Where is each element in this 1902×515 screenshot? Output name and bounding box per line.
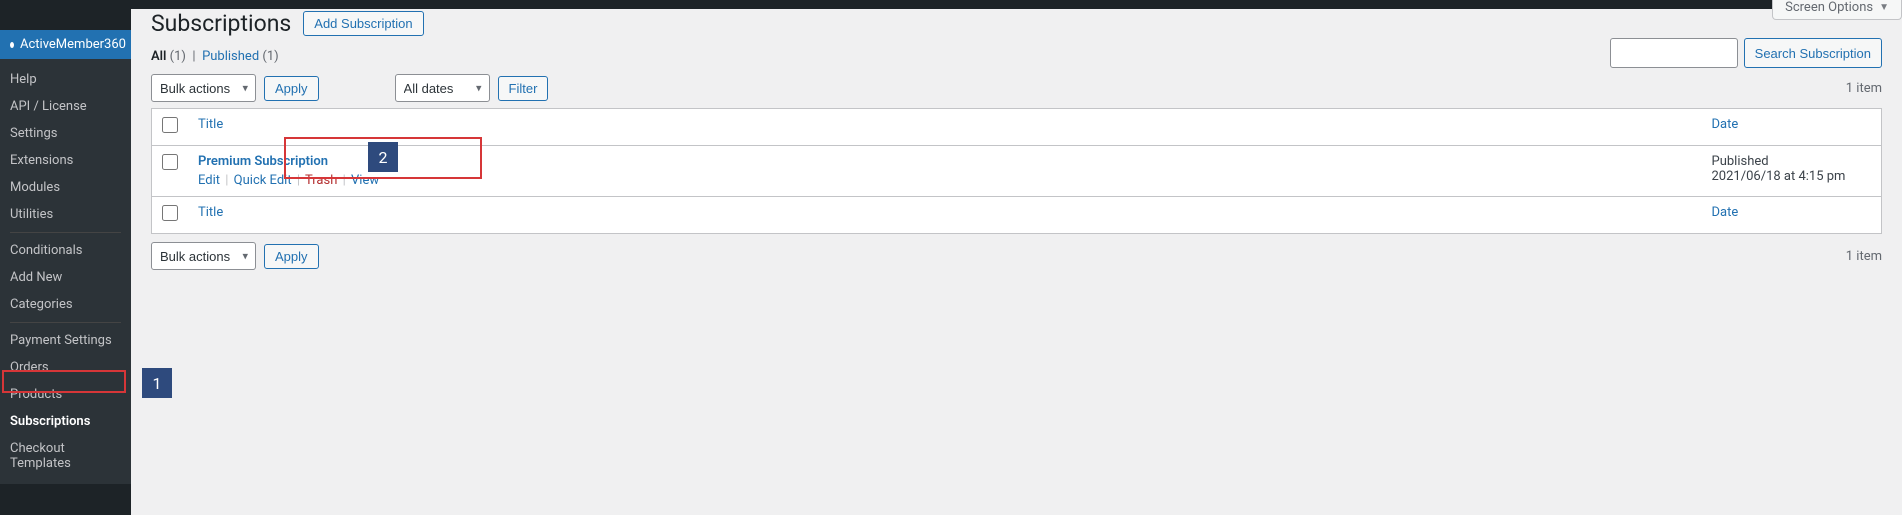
divider <box>10 232 121 233</box>
sidebar-item-help[interactable]: Help <box>0 66 131 93</box>
row-actions: Edit | Quick Edit | Trash | View <box>198 173 1692 188</box>
view-link[interactable]: View <box>351 173 379 188</box>
divider <box>10 322 121 323</box>
screen-options-label: Screen Options <box>1785 0 1873 15</box>
row-checkbox[interactable] <box>162 154 178 170</box>
sidebar-submenu: Help API / License Settings Extensions M… <box>0 59 131 484</box>
sidebar-item-orders[interactable]: Orders <box>0 354 131 381</box>
page-header: Subscriptions Add Subscription <box>151 10 1882 37</box>
sidebar-item-settings[interactable]: Settings <box>0 120 131 147</box>
main-content: Screen Options ▼ Subscriptions Add Subsc… <box>131 0 1902 515</box>
column-date-footer[interactable]: Date <box>1702 197 1882 234</box>
admin-sidebar: ActiveMember360 Help API / License Setti… <box>0 0 131 515</box>
screen-options-toggle[interactable]: Screen Options ▼ <box>1772 0 1902 20</box>
annotation-callout-2: 2 <box>368 142 398 172</box>
edit-link[interactable]: Edit <box>198 173 220 188</box>
items-count-bottom: 1 item <box>1846 249 1882 264</box>
subscriptions-table: Title Date Premium Subscription Edit | Q… <box>151 108 1882 234</box>
search-box: Search Subscription <box>1610 38 1882 68</box>
add-subscription-button[interactable]: Add Subscription <box>303 11 423 36</box>
sidebar-item-modules[interactable]: Modules <box>0 174 131 201</box>
filter-button[interactable]: Filter <box>498 76 549 101</box>
sidebar-section-activemember360[interactable]: ActiveMember360 <box>0 30 131 59</box>
select-all-checkbox[interactable] <box>162 117 178 133</box>
sidebar-item-products[interactable]: Products <box>0 381 131 408</box>
row-timestamp: 2021/06/18 at 4:15 pm <box>1712 169 1872 184</box>
sidebar-item-extensions[interactable]: Extensions <box>0 147 131 174</box>
table-row: Premium Subscription Edit | Quick Edit |… <box>152 146 1882 197</box>
items-count: 1 item <box>1846 81 1882 96</box>
sidebar-item-add-new[interactable]: Add New <box>0 264 131 291</box>
bulk-actions-select[interactable]: Bulk actions <box>151 74 256 102</box>
sidebar-section-label: ActiveMember360 <box>20 37 126 52</box>
search-input[interactable] <box>1610 38 1738 68</box>
sidebar-item-api-license[interactable]: API / License <box>0 93 131 120</box>
sidebar-item-categories[interactable]: Categories <box>0 291 131 318</box>
trash-link[interactable]: Trash <box>305 173 337 188</box>
page-title: Subscriptions <box>151 10 291 37</box>
filter-all[interactable]: All (1) <box>151 49 189 64</box>
sidebar-item-checkout-templates[interactable]: Checkout Templates <box>0 435 131 477</box>
sidebar-item-conditionals[interactable]: Conditionals <box>0 237 131 264</box>
date-filter-select[interactable]: All dates <box>395 74 490 102</box>
plugin-icon <box>10 42 14 48</box>
quick-edit-link[interactable]: Quick Edit <box>234 173 292 188</box>
chevron-down-icon: ▼ <box>1879 2 1889 13</box>
column-title[interactable]: Title <box>188 109 1702 146</box>
select-all-checkbox-bottom[interactable] <box>162 205 178 221</box>
subscription-title-link[interactable]: Premium Subscription <box>198 154 328 169</box>
column-title-footer[interactable]: Title <box>188 197 1702 234</box>
tablenav-top: Bulk actions Apply All dates Filter 1 it… <box>151 74 1882 102</box>
search-subscription-button[interactable]: Search Subscription <box>1744 38 1882 68</box>
tablenav-bottom: Bulk actions Apply 1 item <box>151 242 1882 270</box>
sidebar-item-subscriptions[interactable]: Subscriptions <box>0 408 131 435</box>
column-date[interactable]: Date <box>1702 109 1882 146</box>
sidebar-item-utilities[interactable]: Utilities <box>0 201 131 228</box>
row-status: Published <box>1712 154 1872 169</box>
filter-published[interactable]: Published (1) <box>202 49 279 64</box>
bulk-actions-select-bottom[interactable]: Bulk actions <box>151 242 256 270</box>
annotation-callout-1: 1 <box>142 368 172 398</box>
apply-button-bottom[interactable]: Apply <box>264 244 319 269</box>
apply-button[interactable]: Apply <box>264 76 319 101</box>
sidebar-item-payment-settings[interactable]: Payment Settings <box>0 327 131 354</box>
